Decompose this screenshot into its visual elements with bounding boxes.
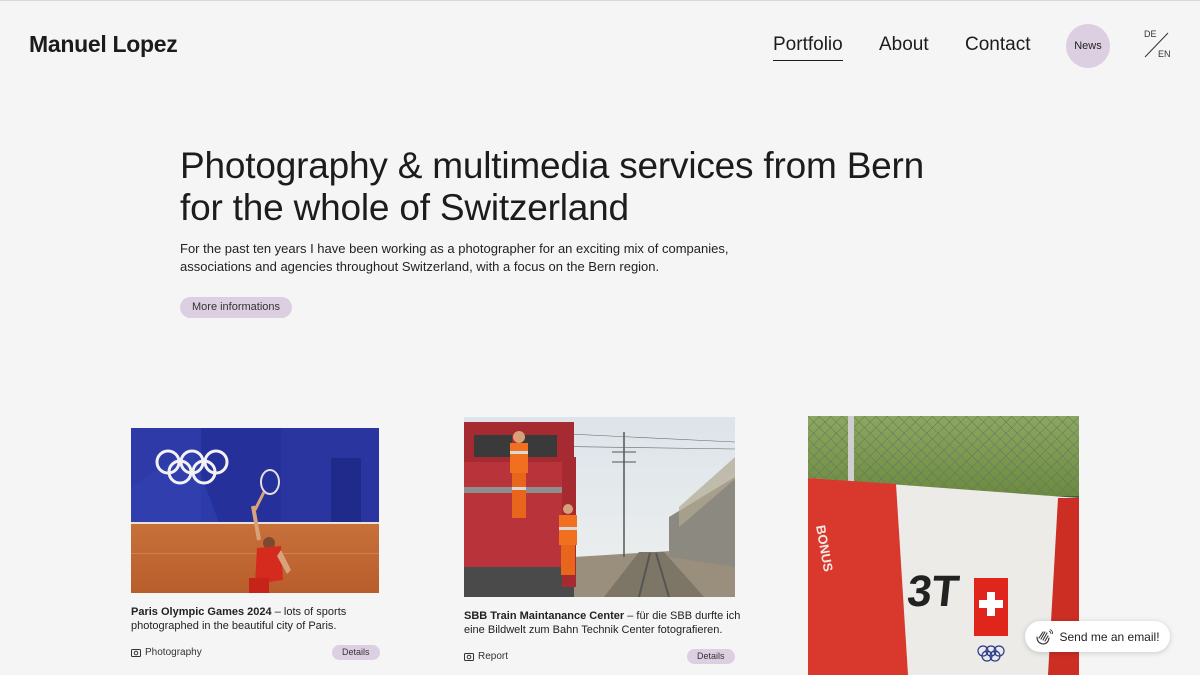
card-category-sbb: Report xyxy=(464,651,508,662)
more-informations-button[interactable]: More informations xyxy=(180,297,293,318)
nav-portfolio[interactable]: Portfolio xyxy=(773,34,843,61)
news-button[interactable]: News xyxy=(1066,24,1110,68)
send-email-label: Send me an email! xyxy=(1059,629,1160,644)
card-text-sbb: SBB Train Maintanance Center – für die S… xyxy=(464,610,741,636)
nav-about[interactable]: About xyxy=(879,34,929,56)
waving-hand-icon xyxy=(1036,628,1054,645)
hero-text-line1: For the past ten years I have been worki… xyxy=(180,241,729,256)
lang-en[interactable]: EN xyxy=(1158,49,1171,59)
details-button-sbb[interactable]: Details xyxy=(687,649,735,664)
site-logo[interactable]: Manuel Lopez xyxy=(29,31,178,58)
language-switcher: DE EN xyxy=(1140,28,1176,62)
send-email-button[interactable]: Send me an email! xyxy=(1025,621,1170,652)
nav-contact[interactable]: Contact xyxy=(965,34,1030,56)
details-button-olympics[interactable]: Details xyxy=(332,645,380,660)
top-divider xyxy=(0,0,1200,1)
card-category-olympics: Photography xyxy=(131,647,202,658)
hero-title-line2: for the whole of Switzerland xyxy=(180,187,629,228)
card-image-sbb[interactable] xyxy=(464,417,735,597)
sbb-photo xyxy=(464,417,735,597)
hero-description: For the past ten years I have been worki… xyxy=(180,240,740,276)
banner-3t-text: 3T xyxy=(905,567,962,616)
card-image-olympics[interactable] xyxy=(131,428,379,593)
card-title-sbb[interactable]: SBB Train Maintanance Center xyxy=(464,610,624,622)
olympics-photo xyxy=(131,428,379,593)
hero-title: Photography & multimedia services from B… xyxy=(180,145,960,229)
hero-text-line2: associations and agencies throughout Swi… xyxy=(180,259,660,274)
hero-title-line1: Photography & multimedia services from B… xyxy=(180,145,925,186)
card-title-olympics[interactable]: Paris Olympic Games 2024 xyxy=(131,606,272,618)
camera-icon xyxy=(464,653,474,661)
camera-icon xyxy=(131,649,141,657)
card-text-olympics: Paris Olympic Games 2024 – lots of sport… xyxy=(131,606,347,632)
